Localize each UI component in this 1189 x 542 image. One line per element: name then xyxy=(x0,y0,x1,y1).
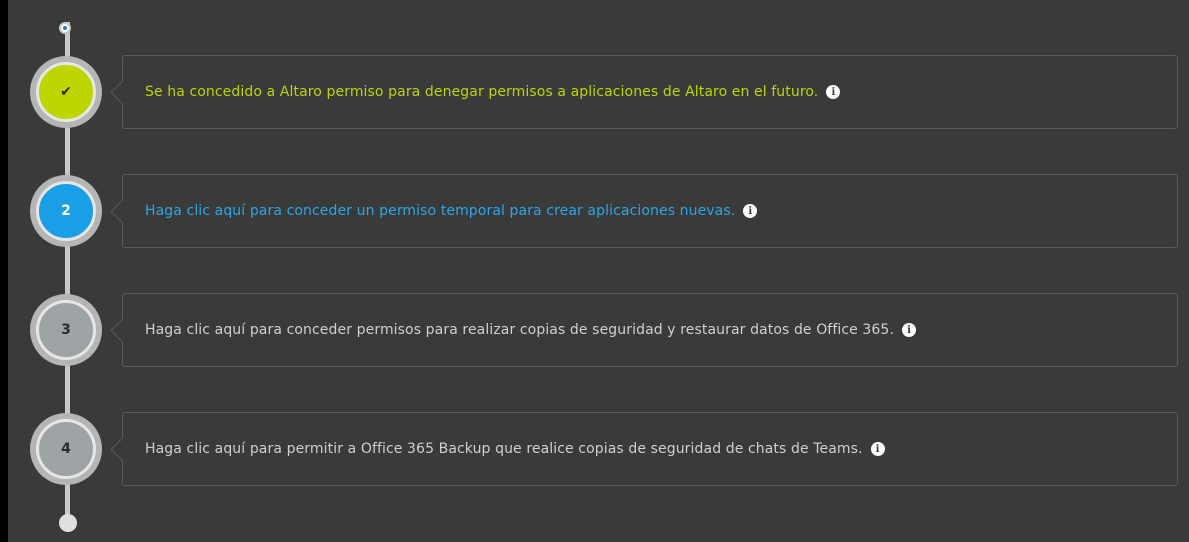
step-2-marker: 2 xyxy=(30,175,102,247)
check-icon: ✔ xyxy=(36,62,96,122)
step-4-marker: 4 xyxy=(30,413,102,485)
step-3-marker: 3 xyxy=(30,294,102,366)
step-2-box[interactable]: Haga clic aquí para conceder un permiso … xyxy=(122,174,1178,248)
timeline-start-dot xyxy=(59,22,71,34)
info-icon[interactable]: i xyxy=(870,442,885,456)
step-1-text: Se ha concedido a Altaro permiso para de… xyxy=(145,84,819,100)
info-icon[interactable]: i xyxy=(743,204,758,218)
step-1-box: Se ha concedido a Altaro permiso para de… xyxy=(122,55,1178,129)
info-icon[interactable]: i xyxy=(902,323,916,337)
step-2-number: 2 xyxy=(36,181,96,241)
step-3-number: 3 xyxy=(36,300,96,360)
step-2-link[interactable]: Haga clic aquí para conceder un permiso … xyxy=(145,203,735,219)
step-1-marker: ✔ xyxy=(30,56,102,128)
timeline-end-dot xyxy=(59,514,77,532)
step-4-number: 4 xyxy=(36,419,96,479)
wizard-panel: ✔ Se ha concedido a Altaro permiso para … xyxy=(8,0,1189,542)
step-3-box: Haga clic aquí para conceder permisos pa… xyxy=(122,293,1178,367)
step-4-box: Haga clic aquí para permitir a Office 36… xyxy=(122,412,1178,486)
step-3-text: Haga clic aquí para conceder permisos pa… xyxy=(145,322,894,338)
info-icon[interactable]: i xyxy=(826,85,841,99)
step-4-text: Haga clic aquí para permitir a Office 36… xyxy=(145,441,863,457)
